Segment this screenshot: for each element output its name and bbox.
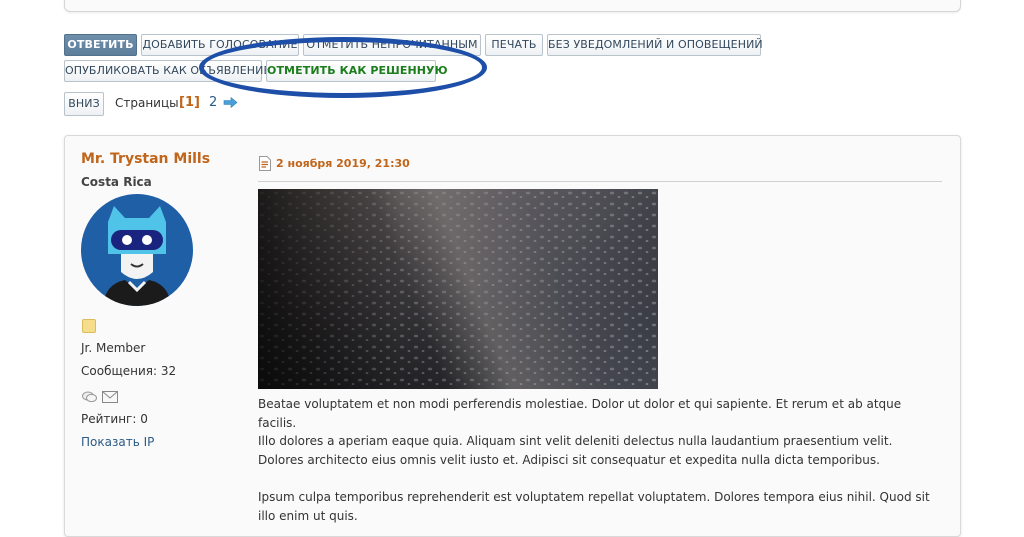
- post-date[interactable]: 2 ноября 2019, 21:30: [276, 157, 410, 170]
- reply-button[interactable]: ОТВЕТИТЬ: [64, 34, 137, 56]
- author-name[interactable]: Mr. Trystan Mills: [81, 151, 210, 167]
- top-panel: [64, 0, 961, 12]
- author-post-count: Сообщения: 32: [81, 364, 177, 378]
- post-document-icon: [259, 156, 271, 171]
- post-paragraph: Illo dolores a aperiam eaque quia. Aliqu…: [258, 434, 893, 467]
- rank-icon: [82, 319, 96, 333]
- avatar[interactable]: [81, 194, 193, 306]
- post-paragraph: Ipsum culpa temporibus reprehenderit est…: [258, 490, 930, 523]
- down-button[interactable]: ВНИЗ: [64, 92, 104, 116]
- page-link-2[interactable]: 2: [209, 95, 217, 110]
- mark-unread-button[interactable]: ОТМЕТИТЬ НЕПРОЧИТАННЫМ: [303, 34, 481, 56]
- mark-solved-button[interactable]: ОТМЕТИТЬ КАК РЕШЕННУЮ: [266, 60, 448, 82]
- author-location: Costa Rica: [81, 175, 152, 189]
- publish-announcement-button[interactable]: ОПУБЛИКОВАТЬ КАК ОБЪЯВЛЕНИЕ: [64, 60, 270, 82]
- post-divider: [258, 181, 942, 182]
- author-rating: Рейтинг: 0: [81, 412, 148, 426]
- post-image: [258, 189, 658, 389]
- email-icon[interactable]: [102, 391, 118, 403]
- add-poll-button[interactable]: ДОБАВИТЬ ГОЛОСОВАНИЕ: [141, 34, 299, 56]
- pages-label: Страницы:: [115, 96, 183, 110]
- post-paragraph: Beatae voluptatem et non modi perferendi…: [258, 397, 902, 430]
- show-ip-link[interactable]: Показать IP: [81, 435, 154, 449]
- arrow-right-icon[interactable]: [223, 97, 238, 108]
- no-notifications-button[interactable]: БЕЗ УВЕДОМЛЕНИЙ И ОПОВЕЩЕНИЙ: [547, 34, 763, 56]
- print-button[interactable]: ПЕЧАТЬ: [485, 34, 543, 56]
- current-page: [1]: [179, 95, 200, 110]
- author-rank: Jr. Member: [81, 341, 146, 355]
- message-icon[interactable]: [82, 391, 97, 403]
